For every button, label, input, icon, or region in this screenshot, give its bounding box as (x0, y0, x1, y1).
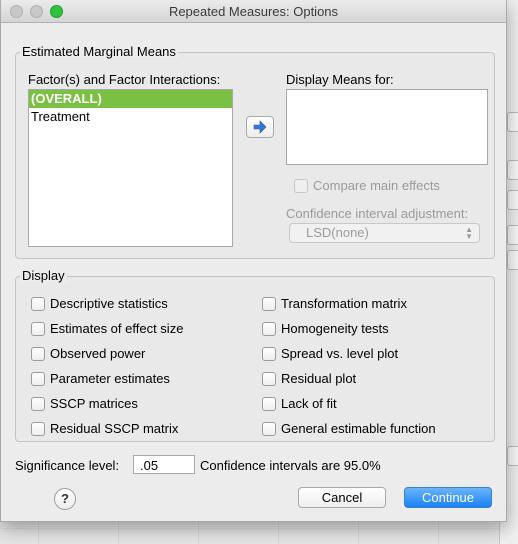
display-legend: Display (20, 268, 67, 283)
select-stepper-icon: ▲ ▼ (465, 225, 473, 241)
general-estimable-function-label: General estimable function (281, 421, 436, 436)
ci-adjustment-value: LSD(none) (306, 225, 369, 240)
effect-size-label: Estimates of effect size (50, 321, 184, 336)
descriptive-statistics-checkbox[interactable] (31, 297, 45, 311)
confidence-intervals-text: Confidence intervals are 95.0% (200, 458, 381, 473)
emm-legend: Estimated Marginal Means (20, 44, 178, 59)
descriptive-statistics-label: Descriptive statistics (50, 296, 168, 311)
list-item-treatment[interactable]: Treatment (29, 108, 232, 126)
lack-of-fit-checkbox[interactable] (262, 397, 276, 411)
parameter-estimates-checkbox[interactable] (31, 372, 45, 386)
display-means-list[interactable] (286, 89, 488, 165)
residual-sscp-matrix-checkbox[interactable] (31, 422, 45, 436)
homogeneity-tests-checkbox[interactable] (262, 322, 276, 336)
compare-main-effects-checkbox[interactable] (294, 179, 308, 193)
observed-power-checkbox[interactable] (31, 347, 45, 361)
factors-label: Factor(s) and Factor Interactions: (28, 72, 221, 87)
parameter-estimates-label: Parameter estimates (50, 371, 170, 386)
transformation-matrix-label: Transformation matrix (281, 296, 407, 311)
cancel-button[interactable]: Cancel (298, 487, 386, 508)
factors-list[interactable]: (OVERALL) Treatment (28, 89, 233, 247)
continue-button[interactable]: Continue (404, 487, 492, 508)
compare-main-effects-label: Compare main effects (313, 178, 440, 193)
ci-adjustment-select[interactable]: LSD(none) ▲ ▼ (289, 223, 480, 243)
transformation-matrix-checkbox[interactable] (262, 297, 276, 311)
ci-adjustment-label: Confidence interval adjustment: (286, 206, 469, 221)
homogeneity-tests-label: Homogeneity tests (281, 321, 389, 336)
sscp-matrices-checkbox[interactable] (31, 397, 45, 411)
title-bar: Repeated Measures: Options (1, 0, 506, 23)
options-dialog: Repeated Measures: Options Estimated Mar… (0, 0, 507, 522)
help-button[interactable]: ? (54, 488, 76, 510)
effect-size-checkbox[interactable] (31, 322, 45, 336)
estimated-marginal-means-group: Estimated Marginal Means Factor(s) and F… (15, 44, 495, 259)
significance-level-input[interactable]: .05 (133, 455, 195, 474)
significance-level-label: Significance level: (15, 458, 120, 473)
residual-plot-label: Residual plot (281, 371, 357, 386)
observed-power-label: Observed power (50, 346, 146, 361)
spread-vs-level-plot-checkbox[interactable] (262, 347, 276, 361)
arrow-right-icon (253, 120, 267, 134)
spread-vs-level-plot-label: Spread vs. level plot (281, 346, 399, 361)
list-item-overall[interactable]: (OVERALL) (29, 90, 232, 108)
sscp-matrices-label: SSCP matrices (50, 396, 138, 411)
residual-sscp-matrix-label: Residual SSCP matrix (50, 421, 179, 436)
general-estimable-function-checkbox[interactable] (262, 422, 276, 436)
move-to-display-means-button[interactable] (246, 116, 274, 138)
residual-plot-checkbox[interactable] (262, 372, 276, 386)
display-group: Display Descriptive statistics Estimates… (15, 268, 495, 442)
lack-of-fit-label: Lack of fit (281, 396, 337, 411)
window-title: Repeated Measures: Options (168, 4, 339, 19)
display-means-label: Display Means for: (286, 72, 394, 87)
